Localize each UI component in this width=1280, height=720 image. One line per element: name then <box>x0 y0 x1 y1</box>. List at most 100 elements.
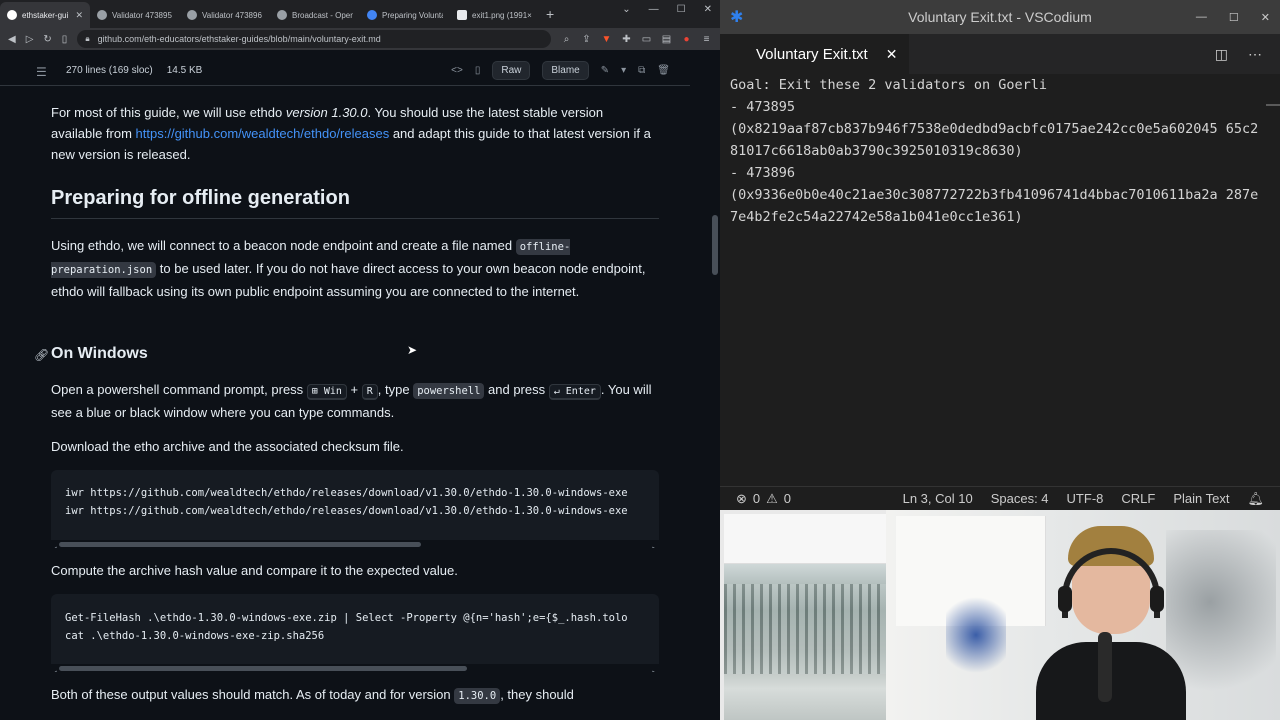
editor-tab-label: Voluntary Exit.txt <box>756 46 868 63</box>
intro-paragraph: For most of this guide, we will use ethd… <box>51 102 656 165</box>
close-icon[interactable]: ✕ <box>75 10 83 21</box>
minimize-icon[interactable]: — <box>649 4 659 15</box>
beaconcha-icon <box>97 10 107 20</box>
minimap[interactable] <box>1266 104 1280 106</box>
horizontal-scrollbar[interactable]: ◀ ▶ <box>51 664 659 672</box>
text: and press <box>484 382 549 397</box>
brave-shield-icon[interactable]: ▼ <box>601 34 612 45</box>
url-field[interactable]: 🔒︎ github.com/eth-educators/ethstaker-gu… <box>77 30 551 48</box>
match-paragraph: Both of these output values should match… <box>51 684 656 707</box>
maximize-icon[interactable]: ☐ <box>1229 11 1239 24</box>
split-editor-icon[interactable]: ◫ <box>1215 46 1228 63</box>
sidebar-icon[interactable]: ▭ <box>641 34 652 45</box>
link-icon[interactable]: 🔗︎ <box>34 345 49 366</box>
text: Both of these output values should match… <box>51 687 455 702</box>
scrollbar-thumb[interactable] <box>59 666 467 671</box>
prep-paragraph: Using ethdo, we will connect to a beacon… <box>51 235 656 302</box>
text: Using ethdo, we will connect to a beacon… <box>51 238 516 253</box>
copy-icon[interactable]: ⧉ <box>638 65 645 76</box>
code-line: cat .\ethdo-1.30.0-windows-exe-zip.sha25… <box>65 630 325 642</box>
desktop-panel <box>724 514 886 564</box>
reload-icon[interactable]: ↻ <box>43 34 51 45</box>
delete-icon[interactable]: 🗑︎ <box>657 65 670 76</box>
scroll-left-icon[interactable]: ◀ <box>53 540 57 548</box>
bookmark-icon[interactable]: ▯ <box>62 34 68 45</box>
code-view-icon[interactable]: <> <box>451 65 463 76</box>
editor-tab[interactable]: Voluntary Exit.txt ✕ <box>720 34 910 74</box>
code-line: iwr https://github.com/wealdtech/ethdo/r… <box>65 505 628 517</box>
github-icon <box>7 10 17 20</box>
tab-validator-473895[interactable]: Validator 473895 <box>90 2 180 28</box>
lock-icon: 🔒︎ <box>85 34 90 43</box>
extensions-icon[interactable]: ✚ <box>621 34 632 45</box>
earcup <box>1150 586 1164 612</box>
code-block-download[interactable]: iwr https://github.com/wealdtech/ethdo/r… <box>51 470 659 548</box>
encoding[interactable]: UTF-8 <box>1067 491 1104 507</box>
page-scrollbar[interactable] <box>710 50 720 720</box>
maximize-icon[interactable]: ☐ <box>677 4 686 15</box>
menu-icon[interactable]: ≡ <box>701 34 712 45</box>
cursor-position[interactable]: Ln 3, Col 10 <box>903 491 973 507</box>
code-block-hash[interactable]: Get-FileHash .\ethdo-1.30.0-windows-exe.… <box>51 594 659 672</box>
edit-icon[interactable]: ✎ <box>601 65 609 76</box>
indentation[interactable]: Spaces: 4 <box>991 491 1049 507</box>
tab-validator-473896[interactable]: Validator 473896 <box>180 2 270 28</box>
close-icon[interactable]: ✕ <box>886 46 898 63</box>
tab-strip: ethstaker-gui ✕ Validator 473895 Validat… <box>0 0 720 28</box>
more-actions-icon[interactable]: ⋯ <box>1248 46 1262 63</box>
back-icon[interactable]: ◀ <box>8 34 16 45</box>
code-line: iwr https://github.com/wealdtech/ethdo/r… <box>65 487 628 499</box>
preview-icon[interactable]: ▯ <box>475 65 481 76</box>
scroll-right-icon[interactable]: ▶ <box>652 664 656 672</box>
horizontal-scrollbar[interactable]: ◀ ▶ <box>51 540 659 548</box>
scroll-left-icon[interactable]: ◀ <box>53 664 57 672</box>
scrollbar-thumb[interactable] <box>712 215 718 275</box>
tab-label: exit1.png (1991× <box>472 10 532 20</box>
language-mode[interactable]: Plain Text <box>1173 491 1229 507</box>
close-icon[interactable]: ✕ <box>704 4 712 15</box>
warning-icon[interactable]: ⚠ <box>766 491 778 507</box>
kbd-enter: ↵ Enter <box>548 384 601 400</box>
error-count[interactable]: 0 <box>753 491 760 506</box>
editor-line: (0x8219aaf87cb837b946f7538e0dedbd9acbfc0… <box>730 121 1259 159</box>
trees-image <box>724 584 886 674</box>
blame-button[interactable]: Blame <box>542 61 589 80</box>
url-text: github.com/eth-educators/ethstaker-guide… <box>97 34 381 44</box>
file-tree-icon[interactable]: ☰ <box>36 65 47 79</box>
new-tab-button[interactable]: + <box>540 2 560 28</box>
forward-icon[interactable]: ▷ <box>26 34 34 45</box>
editor-line: Goal: Exit these 2 validators on Goerli <box>730 77 1047 93</box>
wallet-icon[interactable]: ▤ <box>661 34 672 45</box>
tab-label: Preparing Volunta <box>382 10 443 20</box>
tab-exit-image[interactable]: exit1.png (1991× <box>450 2 540 28</box>
raw-button[interactable]: Raw <box>492 61 531 80</box>
profile-icon[interactable]: ● <box>681 34 692 45</box>
text: For most of this guide, we will use ethd… <box>51 105 286 120</box>
text: Open a powershell command prompt, press <box>51 382 307 397</box>
chevron-down-icon[interactable]: ▾ <box>621 65 626 76</box>
presenter-image <box>1036 524 1186 720</box>
editor-line: (0x9336e0b0e40c21ae30c308772722b3fb41096… <box>730 187 1259 225</box>
editor-line: - 473896 <box>730 165 796 181</box>
warning-count[interactable]: 0 <box>784 491 791 506</box>
line-ending[interactable]: CRLF <box>1121 491 1155 507</box>
tab-preparing[interactable]: Preparing Volunta <box>360 2 450 28</box>
notifications-icon[interactable]: 🔔︎ <box>1247 491 1264 507</box>
chevron-down-icon[interactable]: ⌄ <box>622 4 630 15</box>
error-icon[interactable]: ⊗ <box>736 491 747 507</box>
webcam-area <box>720 510 1280 720</box>
share-icon[interactable]: ⇪ <box>581 34 592 45</box>
scroll-right-icon[interactable]: ▶ <box>652 540 656 548</box>
tab-broadcast[interactable]: Broadcast - Open <box>270 2 360 28</box>
minimize-icon[interactable]: — <box>1196 11 1207 24</box>
browser-window: ethstaker-gui ✕ Validator 473895 Validat… <box>0 0 720 720</box>
releases-link[interactable]: https://github.com/wealdtech/ethdo/relea… <box>136 126 390 141</box>
line-count: 270 lines (169 sloc) <box>66 65 153 76</box>
tab-ethstaker[interactable]: ethstaker-gui ✕ <box>0 2 90 28</box>
version-emphasis: version 1.30.0 <box>285 105 368 120</box>
close-icon[interactable]: ✕ <box>1261 11 1270 24</box>
scrollbar-thumb[interactable] <box>59 542 421 547</box>
code-line: Get-FileHash .\ethdo-1.30.0-windows-exe.… <box>65 612 628 624</box>
editor-text-area[interactable]: Goal: Exit these 2 validators on Goerli … <box>720 74 1280 486</box>
zoom-icon[interactable]: ⌕ <box>561 34 572 45</box>
